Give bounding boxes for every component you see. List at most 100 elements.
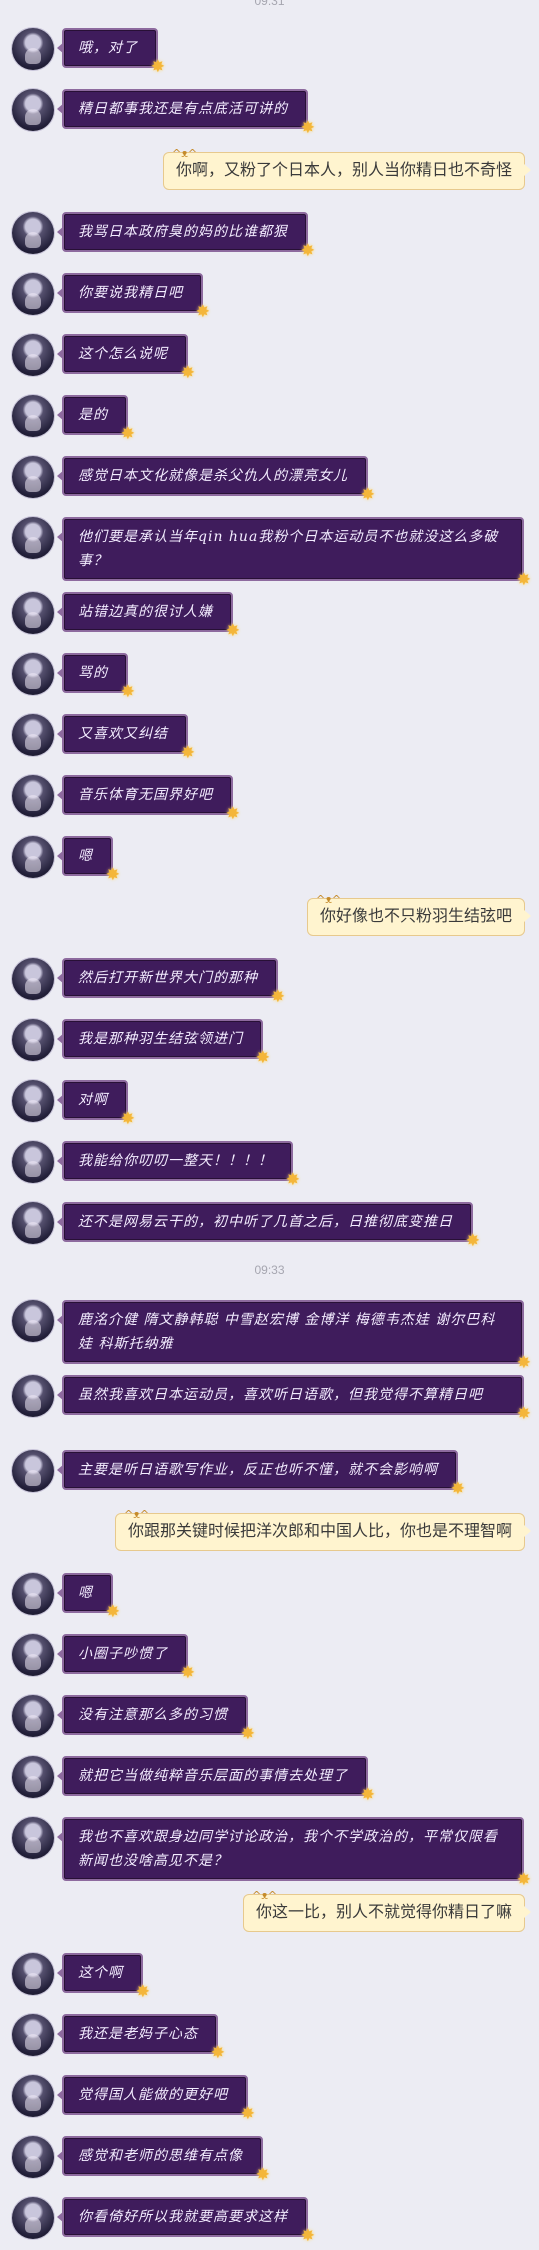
message-text: 对啊: [78, 1092, 108, 1108]
message-bubble[interactable]: ^ᴥ^ 你啊，又粉了个日本人，别人当你精日也不奇怪: [162, 147, 532, 190]
star-icon: ✸: [180, 1663, 196, 1683]
cat-ears-icon: ^ᴥ^: [171, 147, 198, 160]
message-bubble[interactable]: 主要是听日语歌写作业，反正也听不懂，就不会影响啊 ✸: [57, 1450, 465, 1498]
message-bubble[interactable]: 哦，对了 ✸: [57, 28, 165, 76]
message-text: 鹿洺介健 隋文静韩聪 中雪赵宏博 金博洋 梅德韦杰娃 谢尔巴科娃 科斯托纳雅: [78, 1312, 496, 1352]
message-text: 小圈子吵惯了: [78, 1646, 168, 1662]
cat-ears-icon: ^ᴥ^: [315, 893, 342, 906]
star-icon: ✸: [180, 743, 196, 763]
message-bubble[interactable]: 我能给你叨叨一整天！！！！ ✸: [57, 1141, 300, 1189]
message-text: 我能给你叨叨一整天！！！！: [78, 1153, 273, 1169]
message-bubble[interactable]: 感觉和老师的思维有点像 ✸: [57, 2136, 270, 2184]
avatar[interactable]: [12, 2014, 54, 2056]
star-icon: ✸: [360, 485, 376, 505]
avatar[interactable]: [12, 273, 54, 315]
message-bubble[interactable]: 然后打开新世界大门的那种 ✸: [57, 958, 285, 1006]
message-text: 你这一比，别人不就觉得你精日了嘛: [255, 1904, 512, 1921]
message-bubble[interactable]: 精日都事我还是有点底活可讲的 ✸: [57, 89, 315, 137]
message-bubble[interactable]: 嗯 ✸: [57, 836, 120, 884]
message-bubble[interactable]: 这个怎么说呢 ✸: [57, 334, 195, 382]
message-bubble[interactable]: 站错边真的很讨人嫌 ✸: [57, 592, 240, 640]
avatar[interactable]: [12, 1080, 54, 1122]
message-bubble[interactable]: 就把它当做纯粹音乐层面的事情去处理了 ✸: [57, 1756, 375, 1804]
message-text: 你要说我精日吧: [78, 285, 183, 301]
star-icon: ✸: [450, 1479, 466, 1499]
star-icon: ✸: [300, 118, 316, 138]
message-text: 是的: [78, 407, 108, 423]
message-bubble[interactable]: ^ᴥ^ 你这一比，别人不就觉得你精日了嘛: [242, 1889, 532, 1932]
message-text: 骂的: [78, 665, 108, 681]
avatar[interactable]: [12, 1756, 54, 1798]
message-bubble[interactable]: 这个啊 ✸: [57, 1953, 150, 2001]
message-text: 就把它当做纯粹音乐层面的事情去处理了: [78, 1768, 348, 1784]
message-bubble[interactable]: 我也不喜欢跟身边同学讨论政治，我个不学政治的，平常仅限看新闻也没啥高见不是？ ✸: [57, 1817, 531, 1889]
message-bubble[interactable]: ^ᴥ^ 你好像也不只粉羽生结弦吧: [306, 893, 532, 936]
message-bubble[interactable]: 骂的 ✸: [57, 653, 135, 701]
avatar[interactable]: [12, 334, 54, 376]
message-bubble[interactable]: 觉得国人能做的更好吧 ✸: [57, 2075, 255, 2123]
avatar[interactable]: [12, 958, 54, 1000]
message-bubble[interactable]: 没有注意那么多的习惯 ✸: [57, 1695, 255, 1743]
message-bubble[interactable]: 鹿洺介健 隋文静韩聪 中雪赵宏博 金博洋 梅德韦杰娃 谢尔巴科娃 科斯托纳雅 ✸: [57, 1300, 531, 1372]
avatar[interactable]: [12, 1202, 54, 1244]
avatar[interactable]: [12, 714, 54, 756]
star-icon: ✸: [465, 1231, 481, 1251]
avatar[interactable]: [12, 836, 54, 878]
avatar[interactable]: [12, 89, 54, 131]
avatar[interactable]: [12, 592, 54, 634]
message-text: 精日都事我还是有点底活可讲的: [78, 101, 288, 117]
avatar[interactable]: [12, 28, 54, 70]
message-text: 还不是网易云干的，初中听了几首之后，日推彻底变推日: [78, 1214, 453, 1230]
message-bubble[interactable]: 他们要是承认当年qin hua我粉个日本运动员不也就没这么多破事？ ✸: [57, 517, 531, 589]
message-bubble[interactable]: 我还是老妈子心态 ✸: [57, 2014, 225, 2062]
avatar[interactable]: [12, 1450, 54, 1492]
star-icon: ✸: [120, 1109, 136, 1129]
message-text: 主要是听日语歌写作业，反正也听不懂，就不会影响啊: [78, 1462, 438, 1478]
message-bubble[interactable]: 音乐体育无国界好吧 ✸: [57, 775, 240, 823]
message-text: 然后打开新世界大门的那种: [78, 970, 258, 986]
message-bubble[interactable]: 小圈子吵惯了 ✸: [57, 1634, 195, 1682]
avatar[interactable]: [12, 456, 54, 498]
avatar[interactable]: [12, 1573, 54, 1615]
message-bubble[interactable]: 你看倚好所以我就要高要求这样 ✸: [57, 2197, 315, 2245]
cat-ears-icon: ^ᴥ^: [251, 1889, 278, 1902]
star-icon: ✸: [285, 1170, 301, 1190]
star-icon: ✸: [360, 1785, 376, 1805]
star-icon: ✸: [135, 1982, 151, 2002]
avatar[interactable]: [12, 395, 54, 437]
message-text: 哦，对了: [78, 40, 138, 56]
message-bubble[interactable]: 我骂日本政府臭的妈的比谁都狠 ✸: [57, 212, 315, 260]
message-bubble[interactable]: 我是那种羽生结弦领进门 ✸: [57, 1019, 270, 1067]
star-icon: ✸: [180, 363, 196, 383]
message-bubble[interactable]: 感觉日本文化就像是杀父仇人的漂亮女儿 ✸: [57, 456, 375, 504]
message-text: 我是那种羽生结弦领进门: [78, 1031, 243, 1047]
message-bubble[interactable]: 虽然我喜欢日本运动员，喜欢听日语歌，但我觉得不算精日吧 ✸: [57, 1375, 531, 1423]
message-text: 我还是老妈子心态: [78, 2026, 198, 2042]
avatar[interactable]: [12, 2075, 54, 2117]
avatar[interactable]: [12, 1300, 54, 1342]
message-text: 你啊，又粉了个日本人，别人当你精日也不奇怪: [175, 162, 512, 179]
message-bubble[interactable]: 你要说我精日吧 ✸: [57, 273, 210, 321]
avatar[interactable]: [12, 1695, 54, 1737]
message-bubble[interactable]: 嗯 ✸: [57, 1573, 120, 1621]
avatar[interactable]: [12, 1634, 54, 1676]
avatar[interactable]: [12, 2136, 54, 2178]
message-bubble[interactable]: 还不是网易云干的，初中听了几首之后，日推彻底变推日 ✸: [57, 1202, 480, 1250]
avatar[interactable]: [12, 1953, 54, 1995]
message-bubble[interactable]: 对啊 ✸: [57, 1080, 135, 1128]
message-text: 感觉和老师的思维有点像: [78, 2148, 243, 2164]
avatar[interactable]: [12, 775, 54, 817]
avatar[interactable]: [12, 212, 54, 254]
message-bubble[interactable]: 又喜欢又纠结 ✸: [57, 714, 195, 762]
avatar[interactable]: [12, 1817, 54, 1859]
avatar[interactable]: [12, 653, 54, 695]
avatar[interactable]: [12, 2197, 54, 2239]
avatar[interactable]: [12, 517, 54, 559]
avatar[interactable]: [12, 1375, 54, 1417]
star-icon: ✸: [105, 865, 121, 885]
avatar[interactable]: [12, 1141, 54, 1183]
message-bubble[interactable]: ^ᴥ^ 你跟那关键时候把洋次郎和中国人比，你也是不理智啊: [114, 1508, 532, 1551]
message-bubble[interactable]: 是的 ✸: [57, 395, 135, 443]
message-text: 又喜欢又纠结: [78, 726, 168, 742]
avatar[interactable]: [12, 1019, 54, 1061]
